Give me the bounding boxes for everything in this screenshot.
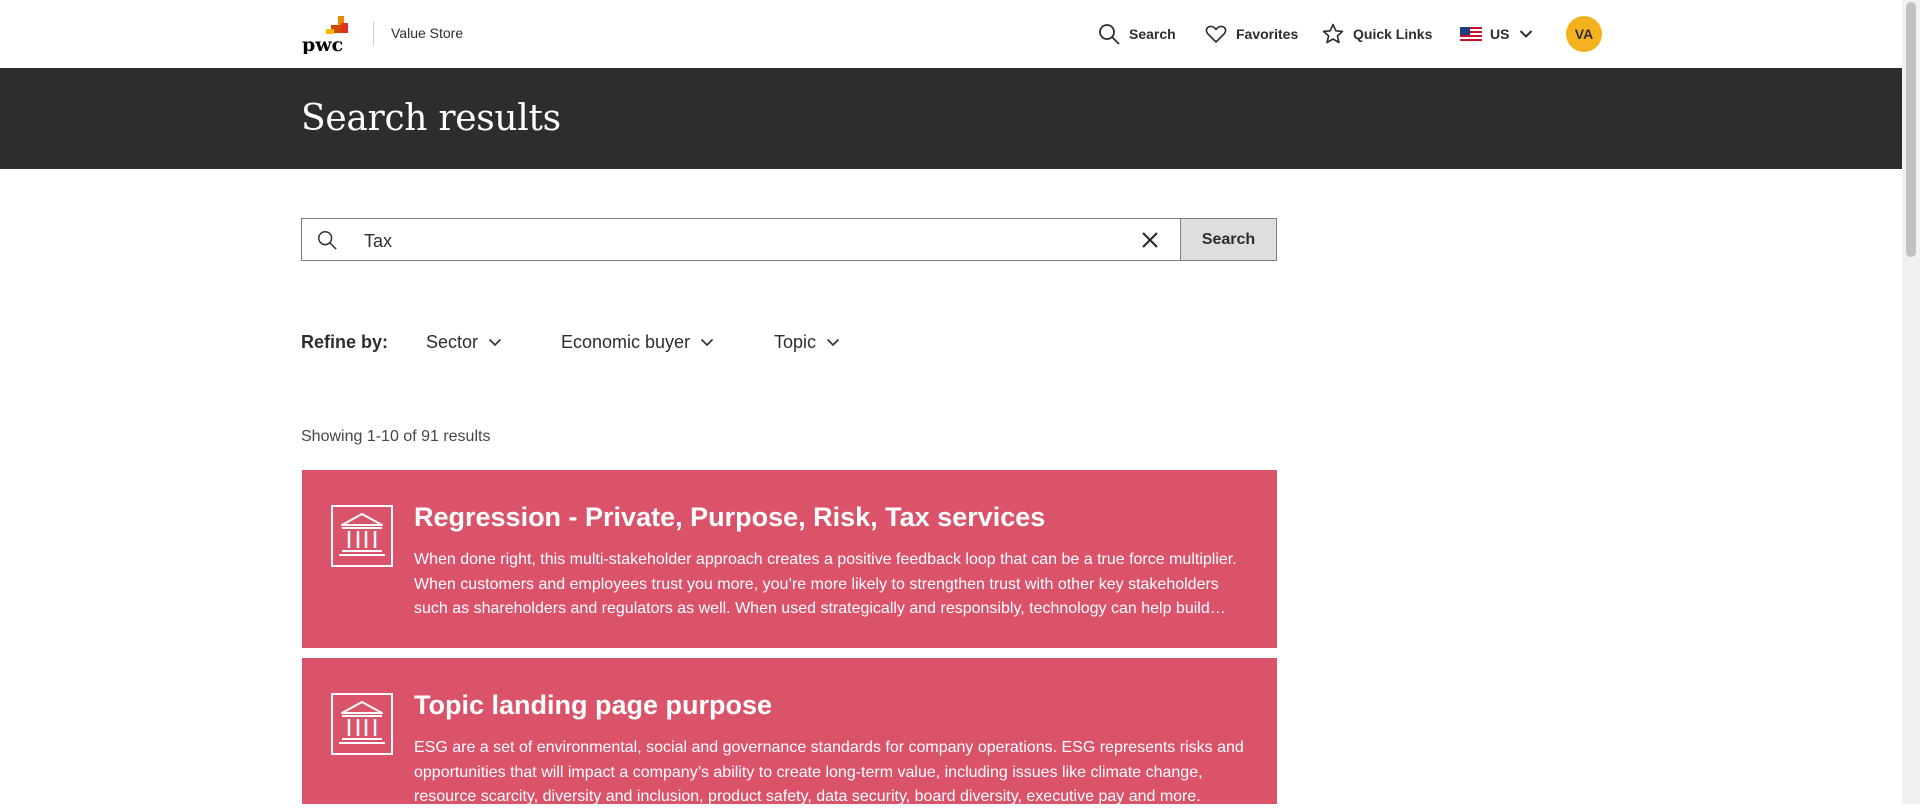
refine-by-label: Refine by: xyxy=(301,332,389,352)
search-icon xyxy=(318,231,337,250)
chevron-down-icon xyxy=(700,338,714,347)
nav-quick-links-label: Quick Links xyxy=(1353,26,1433,42)
region-label: US xyxy=(1490,26,1510,42)
us-flag-icon xyxy=(1460,27,1482,41)
institution-building-icon xyxy=(331,505,393,567)
filter-topic-dropdown[interactable]: Topic xyxy=(774,332,840,353)
star-icon xyxy=(1322,23,1344,44)
page-scrollbar[interactable] xyxy=(1902,0,1920,804)
page-title: Search results xyxy=(301,98,561,139)
nav-favorites-button[interactable]: Favorites xyxy=(1204,22,1298,46)
page-banner: Search results xyxy=(0,68,1902,169)
close-icon[interactable] xyxy=(1140,230,1160,250)
nav-search-button[interactable]: Search xyxy=(1097,22,1176,46)
heart-icon xyxy=(1205,25,1227,43)
scrollbar-thumb[interactable] xyxy=(1906,2,1916,257)
logo-wordmark: pwc xyxy=(302,34,343,54)
result-description: ESG are a set of environmental, social a… xyxy=(414,739,1244,805)
institution-building-icon xyxy=(331,693,393,755)
result-card[interactable]: Regression - Private, Purpose, Risk, Tax… xyxy=(302,470,1277,648)
results-count: Showing 1-10 of 91 results xyxy=(301,428,491,445)
nav-search-label: Search xyxy=(1129,26,1176,42)
search-submit-button[interactable]: Search xyxy=(1181,218,1277,261)
top-navigation-bar: pwc Value Store Search Favorites Quick L… xyxy=(0,0,1902,68)
chevron-down-icon xyxy=(826,338,840,347)
result-card[interactable]: Topic landing page purpose ESG are a set… xyxy=(302,658,1277,805)
nav-favorites-label: Favorites xyxy=(1236,26,1299,42)
filter-economic-buyer-dropdown[interactable]: Economic buyer xyxy=(561,332,714,353)
store-name[interactable]: Value Store xyxy=(391,25,463,41)
result-description: When done right, this multi-stakeholder … xyxy=(414,551,1237,617)
user-avatar[interactable]: VA xyxy=(1566,16,1602,52)
filter-topic-label: Topic xyxy=(774,332,817,352)
nav-quick-links-button[interactable]: Quick Links xyxy=(1321,22,1432,46)
result-title[interactable]: Regression - Private, Purpose, Risk, Tax… xyxy=(414,502,1045,533)
filter-sector-label: Sector xyxy=(426,332,479,352)
logo-divider xyxy=(373,22,374,46)
chevron-down-icon xyxy=(488,338,502,347)
search-input[interactable] xyxy=(362,225,1126,257)
filter-sector-dropdown[interactable]: Sector xyxy=(426,332,502,353)
filter-economic-buyer-label: Economic buyer xyxy=(561,332,691,352)
chevron-down-icon xyxy=(1520,30,1533,38)
region-selector[interactable]: US xyxy=(1460,22,1533,46)
search-field-container xyxy=(301,218,1181,261)
search-icon xyxy=(1099,24,1120,45)
pwc-logo[interactable]: pwc xyxy=(301,14,353,54)
result-title[interactable]: Topic landing page purpose xyxy=(414,690,772,721)
